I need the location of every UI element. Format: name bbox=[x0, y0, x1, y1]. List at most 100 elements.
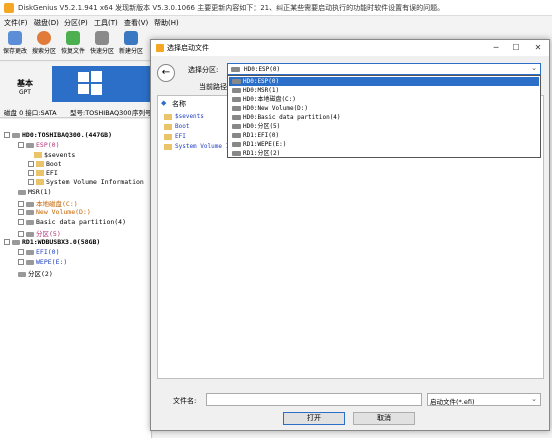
tree-item[interactable]: $sevents bbox=[34, 151, 75, 159]
open-button[interactable]: 打开 bbox=[283, 412, 345, 425]
app-title: DiskGenius V5.2.1.941 x64 发现新版本 V5.3.0.1… bbox=[18, 4, 445, 12]
windows-logo-icon bbox=[78, 71, 102, 95]
disk-model-text: 型号:TOSHIBAQ300 bbox=[70, 109, 132, 117]
save-icon bbox=[8, 31, 22, 45]
tree-disk-rd1[interactable]: RD1:WDBUSBX3.0(58GB) bbox=[4, 238, 100, 246]
dropdown-option[interactable]: HD0:ESP(0) bbox=[229, 77, 539, 86]
tree-item[interactable]: Boot bbox=[28, 160, 62, 168]
file-item[interactable]: EFI bbox=[164, 133, 186, 140]
recover-files-button[interactable]: 恢复文件 bbox=[60, 29, 86, 60]
column-header-name[interactable]: 名称 bbox=[172, 99, 186, 109]
tree-item[interactable]: New Volume(D:) bbox=[18, 208, 91, 216]
new-partition-button[interactable]: 新建分区 bbox=[118, 29, 144, 60]
menu-bar: 文件(F) 磁盘(D) 分区(P) 工具(T) 查看(V) 帮助(H) bbox=[0, 16, 552, 29]
close-button[interactable]: ✕ bbox=[529, 42, 547, 54]
menu-view[interactable]: 查看(V) bbox=[124, 18, 148, 28]
menu-tools[interactable]: 工具(T) bbox=[94, 18, 118, 28]
main-title-bar: DiskGenius V5.2.1.941 x64 发现新版本 V5.3.0.1… bbox=[0, 0, 552, 16]
filename-label: 文件名: bbox=[173, 397, 197, 405]
dropdown-option[interactable]: HD0:分区(5) bbox=[229, 122, 539, 131]
partition-icon bbox=[26, 231, 34, 237]
disk-icon bbox=[232, 115, 241, 120]
disk-icon bbox=[232, 97, 241, 102]
file-item[interactable]: Boot bbox=[164, 123, 189, 130]
dialog-title: 选择启动文件 bbox=[167, 44, 209, 52]
partition-select[interactable]: HD0:ESP(0) ⌄ bbox=[227, 63, 541, 75]
disk-interface-text: 磁盘 0 接口:SATA bbox=[4, 109, 57, 117]
dialog-app-icon bbox=[156, 44, 164, 52]
disk-icon bbox=[231, 67, 240, 72]
chevron-down-icon: ⌄ bbox=[531, 395, 537, 403]
partition-icon bbox=[26, 249, 34, 255]
disk-icon bbox=[232, 88, 241, 93]
folder-icon bbox=[164, 123, 172, 130]
disk-icon bbox=[232, 142, 241, 147]
disk-partition-map[interactable] bbox=[52, 66, 152, 102]
tree-item[interactable]: MSR(1) bbox=[18, 188, 51, 196]
tree-item[interactable]: 分区(2) bbox=[18, 268, 53, 278]
menu-help[interactable]: 帮助(H) bbox=[154, 18, 179, 28]
dropdown-option[interactable]: HD0:本地磁盘(C:) bbox=[229, 95, 539, 104]
dropdown-option[interactable]: RD1:EFI(0) bbox=[229, 131, 539, 140]
partition-icon bbox=[26, 201, 34, 207]
tree-item[interactable]: 分区(5) bbox=[18, 228, 61, 238]
tree-item[interactable]: ESP(0) bbox=[18, 141, 59, 149]
back-button[interactable]: ← bbox=[157, 64, 175, 82]
dropdown-option[interactable]: RD1:WEPE(E:) bbox=[229, 140, 539, 149]
dropdown-option[interactable]: HD0:New Volume(D:) bbox=[229, 104, 539, 113]
new-partition-icon bbox=[124, 31, 138, 45]
filetype-select[interactable]: 启动文件(*.efi) ⌄ bbox=[427, 393, 541, 406]
partition-icon bbox=[26, 142, 34, 148]
tree-item[interactable]: WEPE(E:) bbox=[18, 258, 67, 266]
app-icon bbox=[4, 3, 14, 13]
save-changes-button[interactable]: 保存更改 bbox=[2, 29, 28, 60]
partition-icon bbox=[26, 209, 34, 215]
menu-disk[interactable]: 磁盘(D) bbox=[34, 18, 59, 28]
quick-partition-icon bbox=[95, 31, 109, 45]
select-partition-label: 选择分区: bbox=[188, 66, 219, 74]
quick-partition-button[interactable]: 快速分区 bbox=[89, 29, 115, 60]
folder-icon bbox=[36, 170, 44, 176]
disk-icon bbox=[12, 132, 20, 138]
partition-icon bbox=[18, 189, 26, 195]
tree-item[interactable]: EFI(0) bbox=[18, 248, 59, 256]
search-partition-button[interactable]: 搜索分区 bbox=[31, 29, 57, 60]
tree-item[interactable]: EFI bbox=[28, 169, 58, 177]
minimize-button[interactable]: ─ bbox=[487, 42, 505, 54]
filename-input[interactable] bbox=[206, 393, 422, 406]
folder-icon bbox=[36, 179, 44, 185]
search-icon bbox=[37, 31, 51, 45]
disk-icon bbox=[232, 151, 241, 156]
chevron-down-icon: ⌄ bbox=[531, 64, 537, 72]
cancel-button[interactable]: 取消 bbox=[353, 412, 415, 425]
dropdown-option[interactable]: HD0:MSR(1) bbox=[229, 86, 539, 95]
tree-item[interactable]: 本地磁盘(C:) bbox=[18, 198, 78, 208]
folder-icon bbox=[36, 161, 44, 167]
disk-icon bbox=[232, 106, 241, 111]
disk-icon bbox=[232, 124, 241, 129]
folder-icon bbox=[164, 143, 172, 150]
disk-icon bbox=[232, 79, 241, 84]
disk-style-label: GPT bbox=[19, 89, 31, 96]
sort-diamond-icon: ◆ bbox=[161, 99, 167, 107]
tree-item[interactable]: System Volume Information bbox=[28, 178, 144, 186]
dialog-title-bar: 选择启动文件 ─ ☐ ✕ bbox=[151, 40, 549, 56]
disk-type-box: 基本 GPT bbox=[6, 64, 44, 102]
disk-type-label: 基本 bbox=[17, 79, 33, 88]
menu-partition[interactable]: 分区(P) bbox=[64, 18, 88, 28]
filetype-value: 启动文件(*.efi) bbox=[430, 398, 475, 406]
menu-file[interactable]: 文件(F) bbox=[4, 18, 28, 28]
folder-icon bbox=[164, 133, 172, 140]
tree-item[interactable]: Basic data partition(4) bbox=[18, 218, 126, 226]
partition-icon bbox=[26, 219, 34, 225]
maximize-button[interactable]: ☐ bbox=[507, 42, 525, 54]
tree-disk-hd0[interactable]: HD0:TOSHIBAQ300.(447GB) bbox=[4, 131, 112, 139]
file-item[interactable]: $sevents bbox=[164, 113, 204, 120]
recover-icon bbox=[66, 31, 80, 45]
dropdown-option[interactable]: HD0:Basic data partition(4) bbox=[229, 113, 539, 122]
current-path-label: 当前路径: bbox=[199, 83, 230, 91]
select-boot-file-dialog: 选择启动文件 ─ ☐ ✕ ← 选择分区: 当前路径: HD0:ESP(0) ⌄ … bbox=[150, 39, 550, 431]
partition-icon bbox=[18, 271, 26, 277]
disk-icon bbox=[12, 239, 20, 245]
dropdown-option[interactable]: RD1:分区(2) bbox=[229, 149, 539, 158]
